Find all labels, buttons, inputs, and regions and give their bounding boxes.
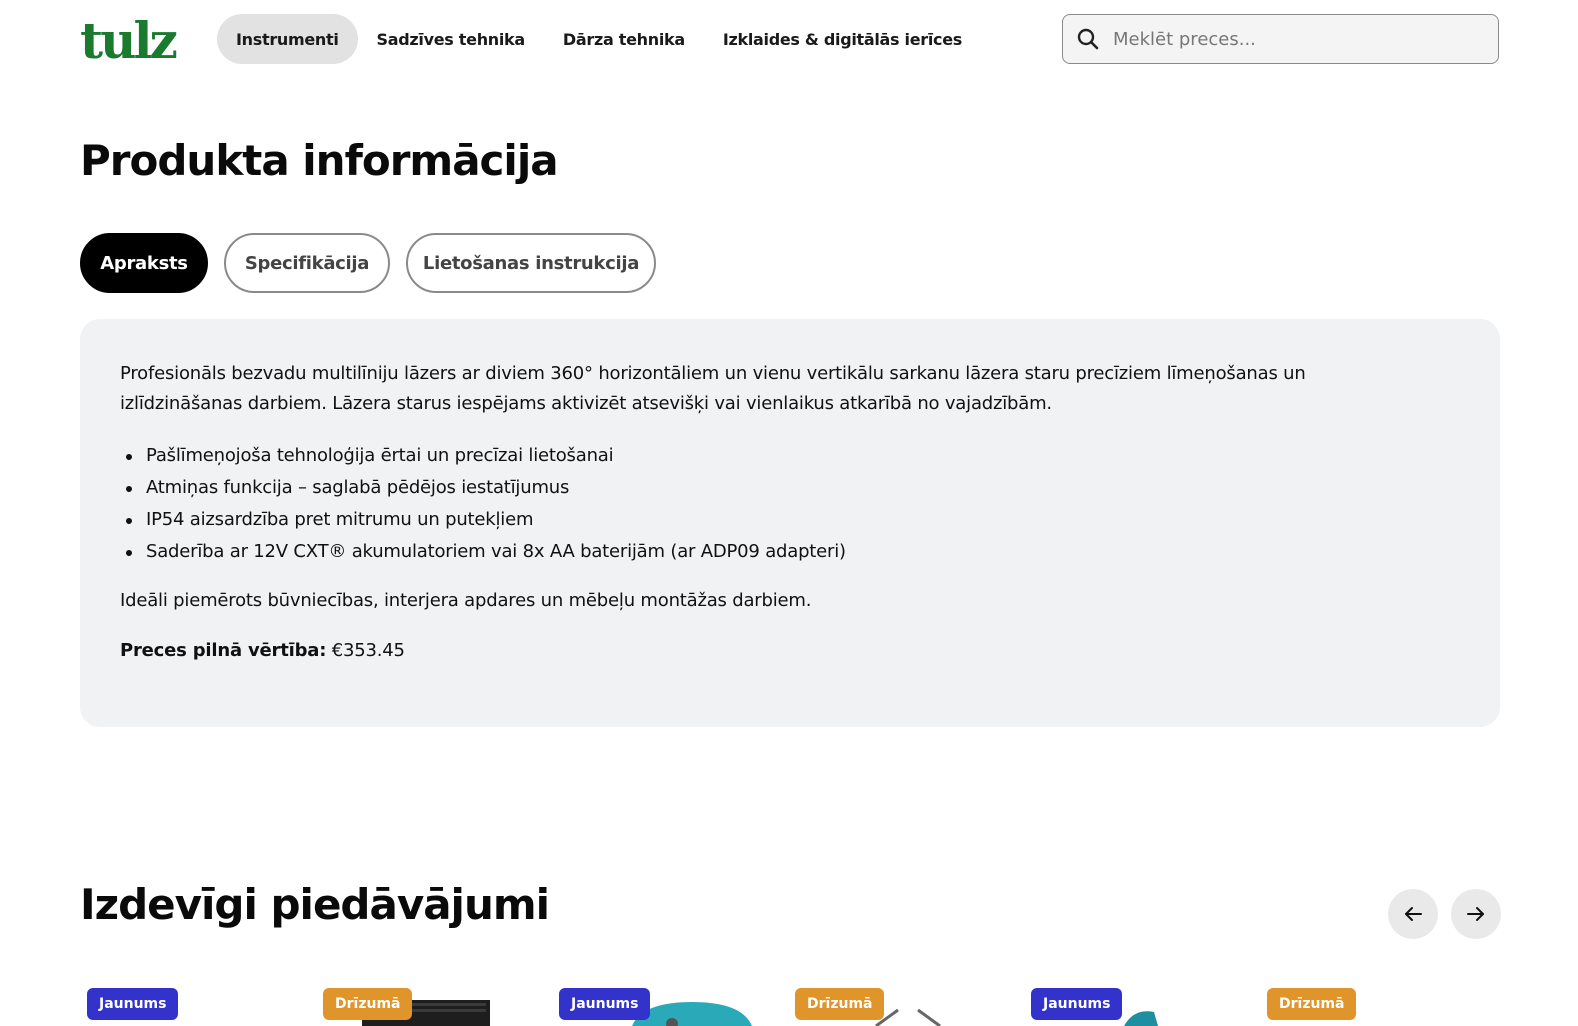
badge-new: Jaunums [559, 988, 651, 1020]
product-card[interactable]: Drīzumā [788, 982, 1018, 1026]
offers-title: Izdevīgi piedāvājumi [80, 880, 550, 929]
badge-new: Jaunums [1031, 988, 1123, 1020]
list-item: Pašlīmeņojoša tehnoloģija ērtai un precī… [120, 440, 1460, 472]
tab-apraksts[interactable]: Apraksts [80, 233, 208, 293]
page-title: Produkta informācija [80, 136, 559, 185]
nav-item-instrumenti[interactable]: Instrumenti [217, 14, 358, 64]
arrow-left-icon [1405, 907, 1422, 921]
badge-new: Jaunums [87, 988, 179, 1020]
product-card[interactable]: Jaunums [552, 982, 782, 1026]
list-item: Atmiņas funkcija – saglabā pēdējos iesta… [120, 472, 1460, 504]
carousel-next-button[interactable] [1451, 889, 1501, 939]
tab-specifikacija[interactable]: Specifikācija [224, 233, 390, 293]
list-item: IP54 aizsardzība pret mitrumu un putekļi… [120, 504, 1460, 536]
price-value: €353.45 [331, 640, 405, 661]
tab-lietosanas-instrukcija[interactable]: Lietošanas instrukcija [406, 233, 656, 293]
search-input[interactable] [1113, 16, 1483, 62]
product-card[interactable]: Drīzumā [1260, 982, 1490, 1026]
arrow-right-icon [1467, 907, 1484, 921]
nav-item-darza-tehnika[interactable]: Dārza tehnika [544, 14, 704, 64]
carousel-prev-button[interactable] [1388, 889, 1438, 939]
product-card[interactable]: Drīzumā [316, 982, 546, 1026]
search-box[interactable] [1062, 14, 1499, 64]
product-card[interactable]: Jaunums [80, 982, 310, 1026]
usage-note: Ideāli piemērots būvniecības, interjera … [120, 590, 812, 611]
nav-item-izklaides[interactable]: Izklaides & digitālās ierīces [704, 14, 981, 64]
product-card[interactable]: Jaunums [1024, 982, 1254, 1026]
description-panel: Profesionāls bezvadu multilīniju lāzers … [80, 319, 1500, 727]
feature-list: Pašlīmeņojoša tehnoloģija ērtai un precī… [120, 440, 1460, 568]
search-icon[interactable] [1063, 14, 1113, 64]
badge-soon: Drīzumā [323, 988, 413, 1020]
product-description: Profesionāls bezvadu multilīniju lāzers … [120, 363, 1306, 414]
offers-carousel: Jaunums Drīzumā Jaunums Drīzumā Jaunums … [80, 982, 1500, 1026]
list-item: Saderība ar 12V CXT® akumulatoriem vai 8… [120, 536, 1460, 568]
svg-text:tulz: tulz [80, 14, 176, 64]
product-tabs: Apraksts Specifikācija Lietošanas instru… [80, 233, 656, 293]
price-label: Preces pilnā vērtība: [120, 640, 327, 661]
nav-item-sadzives-tehnika[interactable]: Sadzīves tehnika [358, 14, 544, 64]
badge-soon: Drīzumā [795, 988, 885, 1020]
tulz-logo[interactable]: tulz [80, 14, 180, 64]
main-nav: Instrumenti Sadzīves tehnika Dārza tehni… [217, 14, 981, 64]
full-price: Preces pilnā vērtība: €353.45 [120, 636, 1460, 666]
badge-soon: Drīzumā [1267, 988, 1357, 1020]
site-header: tulz Instrumenti Sadzīves tehnika Dārza … [0, 0, 1578, 80]
